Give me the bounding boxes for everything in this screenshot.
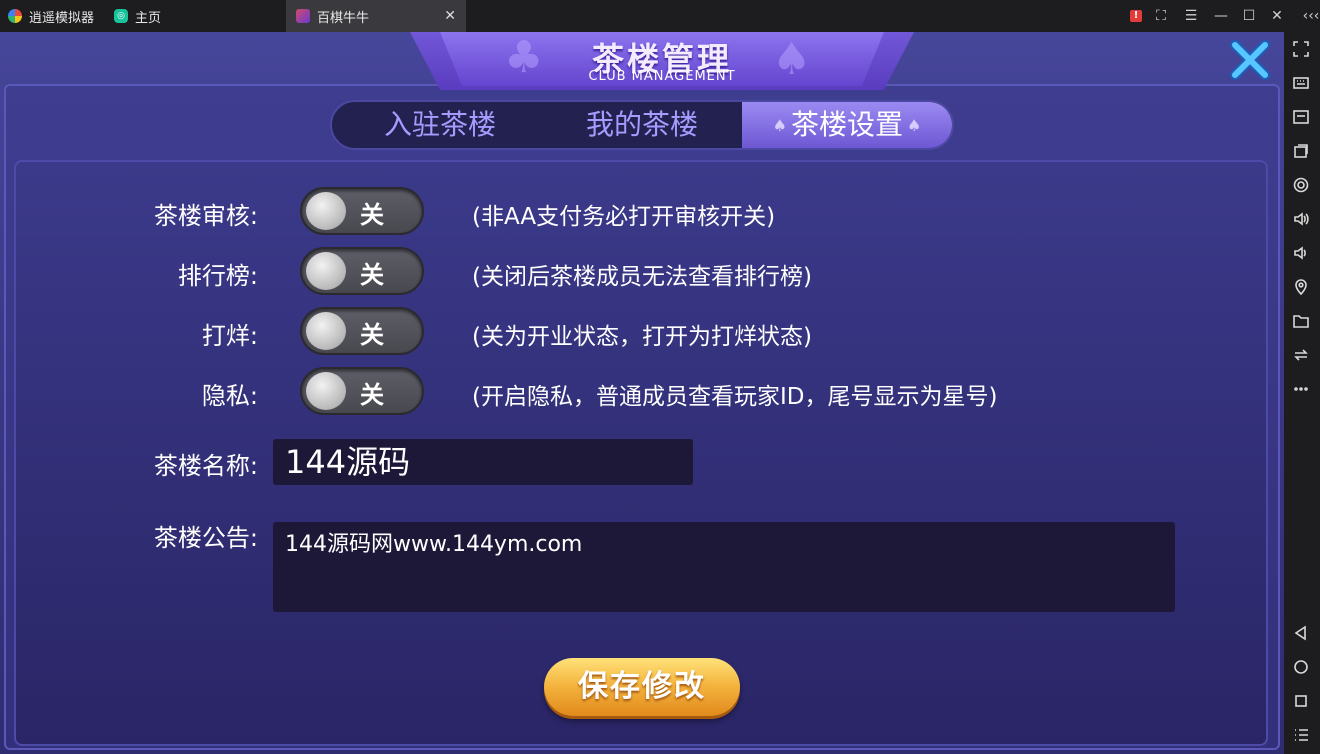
- club-notice-label: 茶楼公告:: [153, 524, 258, 552]
- club-name-label: 茶楼名称:: [153, 452, 258, 480]
- home-tab[interactable]: ◎ 主页: [114, 0, 161, 32]
- setting-label-leaderboard: 排行榜:: [177, 262, 258, 290]
- toggle-knob: [306, 252, 346, 290]
- setting-label-review: 茶楼审核:: [153, 202, 258, 230]
- tab-club-settings[interactable]: ♠ 茶楼设置 ♠: [742, 102, 952, 148]
- toggle-leaderboard[interactable]: 关: [300, 247, 424, 295]
- game-app-icon: [296, 9, 310, 23]
- volume-up-icon[interactable]: [1292, 210, 1310, 228]
- save-changes-button[interactable]: 保存修改: [544, 658, 740, 716]
- toggle-state: 关: [360, 381, 384, 409]
- multi-window-icon[interactable]: [1292, 142, 1310, 160]
- toggle-knob: [306, 372, 346, 410]
- fullscreen-icon[interactable]: [1292, 40, 1310, 58]
- close-tab-icon[interactable]: ✕: [444, 8, 456, 24]
- emulator-sidebar: [1284, 32, 1320, 754]
- club-tabs: 入驻茶楼 我的茶楼 ♠ 茶楼设置 ♠: [330, 100, 954, 150]
- collapse-sidebar-icon[interactable]: ‹‹‹: [1300, 8, 1320, 24]
- apk-install-icon[interactable]: [1292, 108, 1310, 126]
- toggle-knob: [306, 312, 346, 350]
- menu-icon[interactable]: ☰: [1180, 8, 1202, 24]
- spade-suit-icon: ♠: [772, 34, 812, 85]
- toggle-review[interactable]: 关: [300, 187, 424, 235]
- spade-icon: ♠: [772, 116, 787, 135]
- setting-label-privacy: 隐私:: [201, 382, 258, 410]
- back-icon[interactable]: [1292, 624, 1310, 642]
- folder-icon[interactable]: [1292, 312, 1310, 330]
- club-notice-textarea[interactable]: 144源码网www.144ym.com: [273, 522, 1175, 612]
- home-tab-label: 主页: [135, 10, 162, 26]
- keyboard-icon[interactable]: [1292, 74, 1310, 92]
- home-nav-icon[interactable]: [1292, 658, 1310, 676]
- close-dialog-button[interactable]: [1228, 38, 1272, 82]
- club-suit-icon: ♣: [504, 32, 544, 83]
- spade-icon: ♠: [907, 116, 922, 135]
- recent-apps-icon[interactable]: [1292, 692, 1310, 710]
- maximize-icon[interactable]: ☐: [1238, 8, 1260, 24]
- page-subtitle: CLUB MANAGEMENT: [588, 69, 736, 84]
- tab-join-club[interactable]: 入驻茶楼: [350, 102, 530, 148]
- volume-down-icon[interactable]: [1292, 244, 1310, 262]
- setting-desc-review: (非AA支付务必打开审核开关): [472, 204, 776, 230]
- tab-club-settings-label: 茶楼设置: [790, 108, 903, 141]
- minimize-icon[interactable]: —: [1210, 8, 1232, 24]
- list-menu-icon[interactable]: [1292, 726, 1310, 744]
- toggle-state: 关: [360, 201, 384, 229]
- setting-desc-leaderboard: (关闭后茶楼成员无法查看排行榜): [472, 264, 812, 290]
- setting-label-closing: 打烊:: [201, 322, 258, 350]
- emulator-app-name: 逍遥模拟器: [29, 10, 95, 26]
- toggle-closing[interactable]: 关: [300, 307, 424, 355]
- close-window-icon[interactable]: ✕: [1266, 8, 1288, 24]
- game-tab[interactable]: 百棋牛牛 ✕: [286, 0, 466, 32]
- toggle-knob: [306, 192, 346, 230]
- settings-gear-icon[interactable]: [1292, 176, 1310, 194]
- rotate-icon[interactable]: [1292, 346, 1310, 364]
- toggle-state: 关: [360, 321, 384, 349]
- club-name-input[interactable]: 144源码: [273, 439, 693, 485]
- tab-my-club[interactable]: 我的茶楼: [552, 102, 732, 148]
- close-icon: [1230, 40, 1270, 80]
- game-screen: ♣ ♠ 茶楼管理 CLUB MANAGEMENT 入驻茶楼 我的茶楼 ♠ 茶楼设置…: [0, 32, 1284, 754]
- emulator-logo-icon: [8, 9, 22, 23]
- setting-desc-privacy: (开启隐私，普通成员查看玩家ID，尾号显示为星号): [472, 384, 998, 410]
- toggle-privacy[interactable]: 关: [300, 367, 424, 415]
- location-icon[interactable]: [1292, 278, 1310, 296]
- more-icon[interactable]: [1292, 380, 1310, 398]
- emulator-titlebar: 逍遥模拟器 ◎ 主页 百棋牛牛 ✕ ! ⛶ ☰ — ☐ ✕ ‹‹‹: [0, 0, 1320, 32]
- home-icon: ◎: [114, 9, 128, 23]
- setting-desc-closing: (关为开业状态，打开为打烊状态): [472, 324, 812, 350]
- emulator-app-tab[interactable]: 逍遥模拟器: [8, 0, 94, 32]
- game-tab-label: 百棋牛牛: [317, 10, 370, 26]
- window-controls: ! ⛶ ☰ — ☐ ✕ ‹‹‹: [1130, 0, 1320, 32]
- screenshot-icon[interactable]: ⛶: [1150, 8, 1172, 24]
- toggle-state: 关: [360, 261, 384, 289]
- alert-icon[interactable]: !: [1130, 10, 1142, 22]
